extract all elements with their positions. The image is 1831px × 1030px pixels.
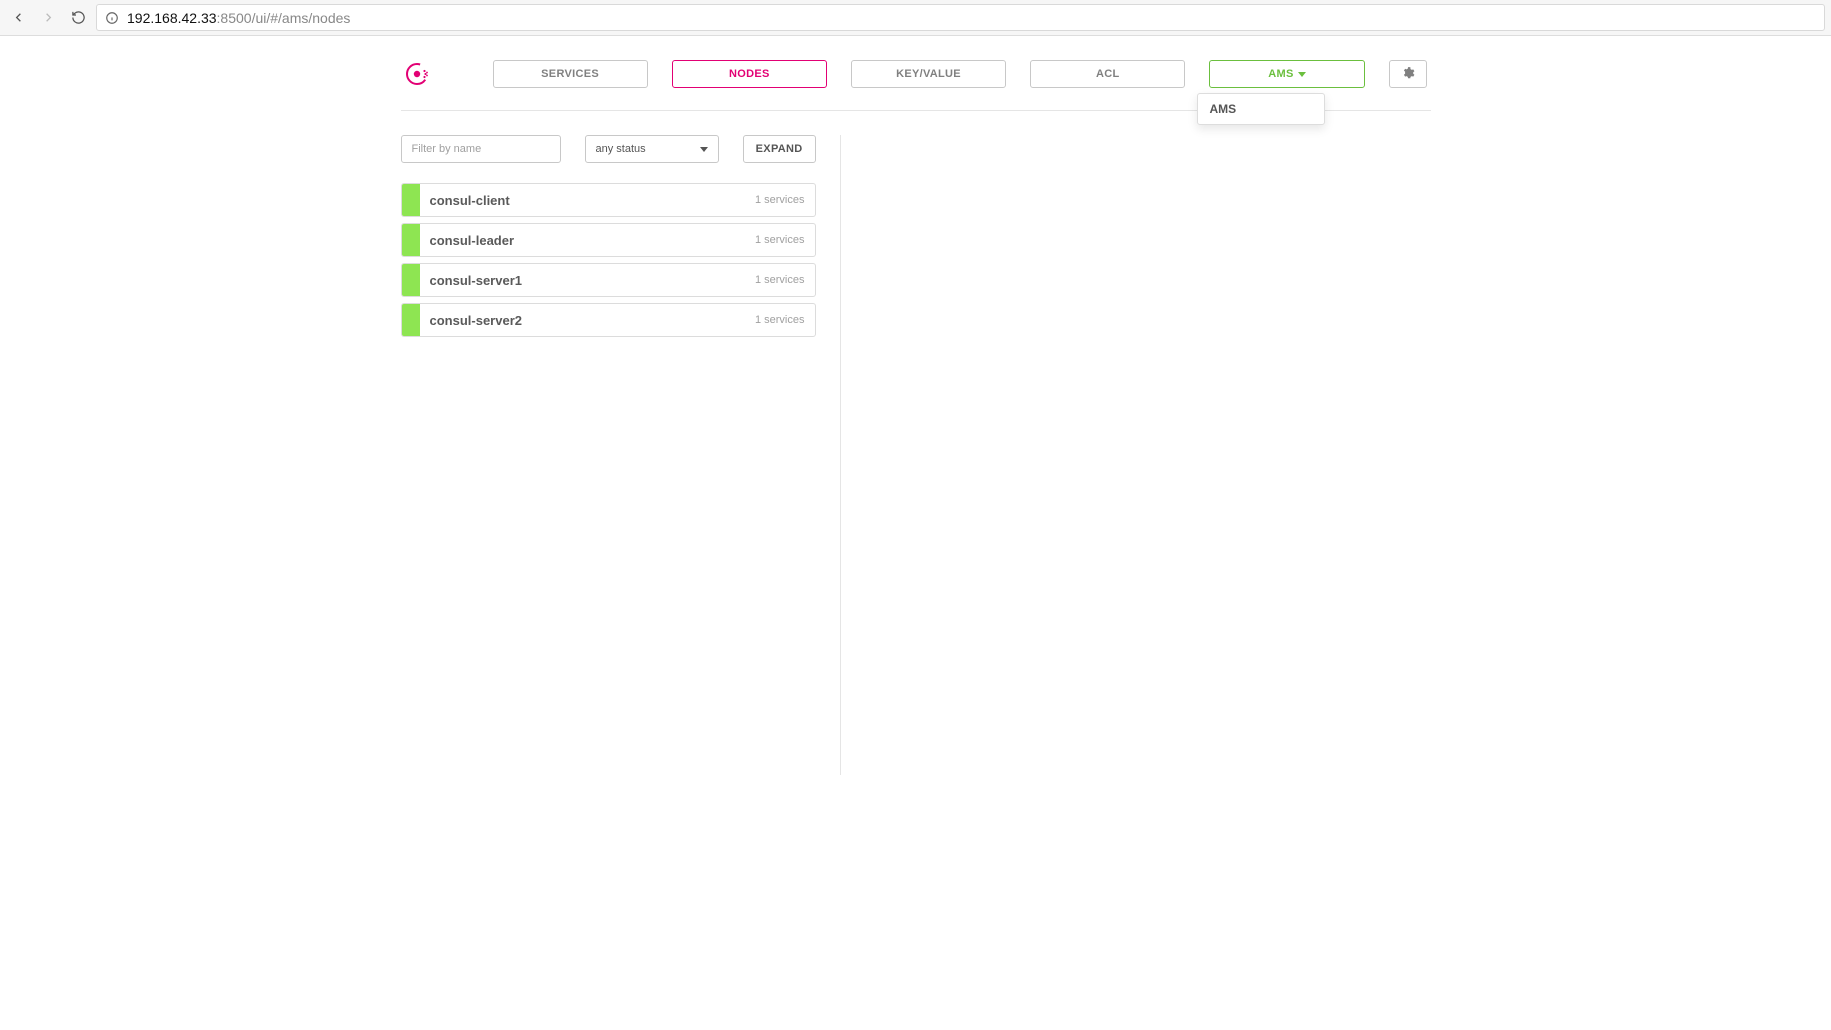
url-bar[interactable]: 192.168.42.33:8500/ui/#/ams/nodes [96, 4, 1825, 31]
gear-icon [1401, 66, 1415, 83]
datacenter-dropdown-menu: AMS [1197, 93, 1325, 125]
chevron-down-icon [700, 147, 708, 152]
url-text: 192.168.42.33:8500/ui/#/ams/nodes [127, 10, 350, 26]
browser-chrome: 192.168.42.33:8500/ui/#/ams/nodes [0, 0, 1831, 36]
tab-acl[interactable]: ACL [1030, 60, 1185, 88]
filter-input[interactable] [401, 135, 561, 163]
reload-icon[interactable] [66, 6, 90, 30]
forward-icon [36, 6, 60, 30]
node-row[interactable]: consul-client 1 services [401, 183, 816, 217]
status-select-value: any status [596, 143, 646, 155]
detail-panel [841, 135, 1431, 775]
consul-logo [405, 62, 429, 86]
node-list: consul-client 1 services consul-leader 1… [401, 183, 816, 337]
node-services-count: 1 services [755, 304, 815, 336]
datacenter-option-ams[interactable]: AMS [1210, 102, 1312, 116]
node-name: consul-leader [420, 224, 755, 256]
url-host: 192.168.42.33 [127, 10, 217, 26]
chevron-down-icon [1298, 72, 1306, 77]
topbar: SERVICES NODES KEY/VALUE ACL AMS [401, 60, 1431, 88]
filter-row: any status EXPAND [401, 135, 816, 163]
datacenter-label: AMS [1268, 68, 1293, 80]
expand-button[interactable]: EXPAND [743, 135, 816, 163]
datacenter-dropdown-button[interactable]: AMS [1209, 60, 1364, 88]
nav-tabs: SERVICES NODES KEY/VALUE ACL AMS [493, 60, 1427, 88]
settings-button[interactable] [1389, 60, 1427, 88]
node-name: consul-server2 [420, 304, 755, 336]
tab-nodes[interactable]: NODES [672, 60, 827, 88]
node-status-indicator [402, 184, 420, 216]
node-services-count: 1 services [755, 224, 815, 256]
nodes-panel: any status EXPAND consul-client 1 servic… [401, 135, 841, 775]
tab-keyvalue[interactable]: KEY/VALUE [851, 60, 1006, 88]
back-icon[interactable] [6, 6, 30, 30]
node-services-count: 1 services [755, 184, 815, 216]
node-row[interactable]: consul-server2 1 services [401, 303, 816, 337]
node-services-count: 1 services [755, 264, 815, 296]
node-row[interactable]: consul-server1 1 services [401, 263, 816, 297]
url-rest: :8500/ui/#/ams/nodes [217, 10, 351, 26]
node-status-indicator [402, 264, 420, 296]
node-status-indicator [402, 224, 420, 256]
status-select[interactable]: any status [585, 135, 719, 163]
node-row[interactable]: consul-leader 1 services [401, 223, 816, 257]
node-name: consul-server1 [420, 264, 755, 296]
node-name: consul-client [420, 184, 755, 216]
info-icon[interactable] [105, 11, 119, 25]
tab-services[interactable]: SERVICES [493, 60, 648, 88]
node-status-indicator [402, 304, 420, 336]
